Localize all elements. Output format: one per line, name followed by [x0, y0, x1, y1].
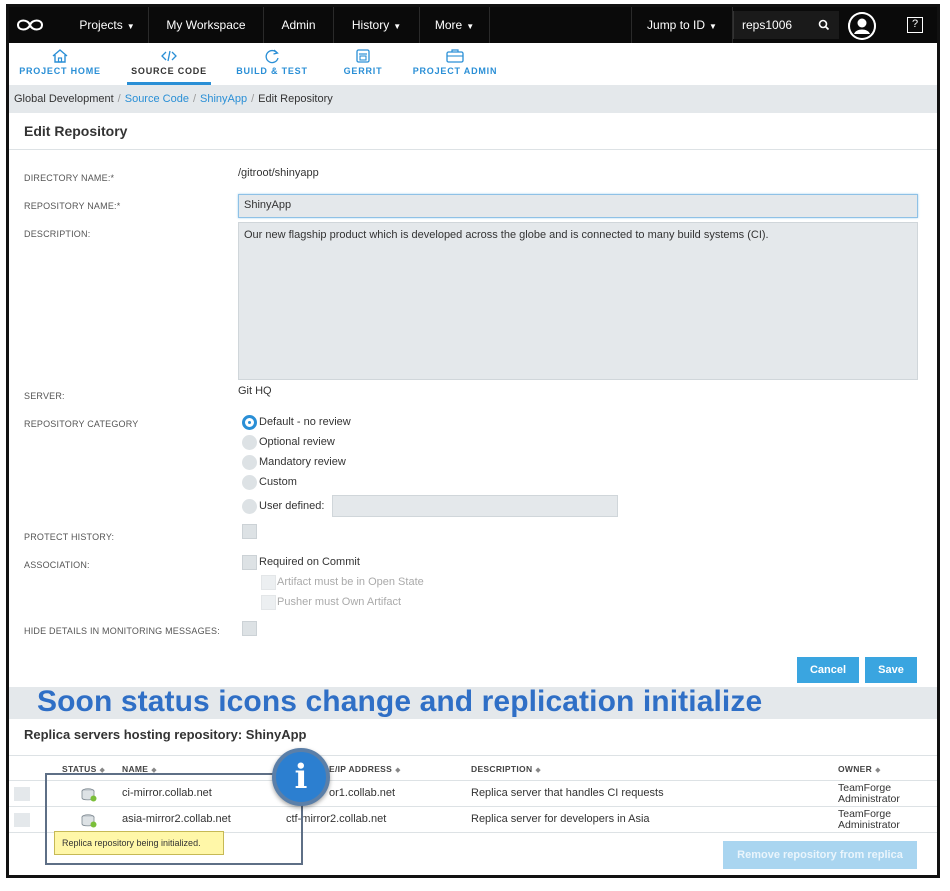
category-radio-custom[interactable] [242, 475, 257, 490]
category-radio-default[interactable] [242, 415, 257, 430]
search-icon[interactable] [817, 18, 831, 32]
breadcrumb-item-shinyapp[interactable]: ShinyApp [200, 93, 247, 105]
column-header-address[interactable]: E/IP ADDRESS ◆ [329, 764, 401, 774]
pusher-own-checkbox[interactable] [261, 595, 276, 610]
app-window: Projects ▼ My Workspace Admin History ▼ Mo… [6, 4, 940, 878]
caret-down-icon: ▼ [466, 22, 475, 31]
sort-icon: ◆ [535, 767, 542, 774]
category-option-label: User defined: [259, 500, 325, 512]
caret-down-icon: ▼ [393, 22, 402, 31]
description-label: DESCRIPTION: [24, 229, 91, 239]
pusher-own-label: Pusher must Own Artifact [277, 596, 402, 608]
server-value: Git HQ [238, 385, 272, 397]
replica-owner: TeamForge Administrator [838, 808, 900, 831]
caret-down-icon: ▼ [709, 22, 717, 31]
my-workspace-menu[interactable]: My Workspace [149, 7, 264, 43]
row-checkbox[interactable] [14, 787, 30, 801]
more-menu[interactable]: More ▼ [420, 7, 490, 43]
artifact-open-checkbox[interactable] [261, 575, 276, 590]
replica-section-title: Replica servers hosting repository: Shin… [24, 727, 307, 742]
category-option-label: Mandatory review [259, 456, 346, 468]
column-header-owner[interactable]: OWNER ◆ [838, 764, 881, 774]
category-option-label: Optional review [259, 436, 335, 448]
user-avatar-icon[interactable] [848, 12, 876, 40]
column-header-description[interactable]: DESCRIPTION ◆ [471, 764, 541, 774]
caret-down-icon: ▼ [126, 22, 135, 31]
gerrit-icon [356, 49, 370, 63]
replica-address: or1.collab.net [329, 787, 396, 799]
association-label: ASSOCIATION: [24, 560, 90, 570]
replica-description: Replica server for developers in Asia [471, 813, 650, 825]
sort-icon: ◆ [395, 767, 401, 774]
artifact-open-label: Artifact must be in Open State [277, 576, 424, 588]
replica-description: Replica server that handles CI requests [471, 787, 664, 799]
info-icon: i [272, 748, 330, 806]
category-option-label: Default - no review [259, 416, 351, 428]
breadcrumb-item-source-code[interactable]: Source Code [125, 93, 189, 105]
category-radio-mandatory[interactable] [242, 455, 257, 470]
required-on-commit-label: Required on Commit [259, 556, 360, 568]
directory-name-value: /gitroot/shinyapp [238, 167, 319, 179]
description-textarea[interactable]: Our new flagship product which is develo… [238, 222, 918, 380]
status-tooltip: Replica repository being initialized. [54, 831, 224, 855]
breadcrumb-item-current: Edit Repository [258, 93, 333, 105]
hide-details-checkbox[interactable] [242, 621, 257, 636]
sort-icon: ◆ [875, 767, 881, 774]
hide-details-label: HIDE DETAILS IN MONITORING MESSAGES: [24, 626, 220, 636]
history-menu[interactable]: History ▼ [334, 7, 420, 43]
projects-menu[interactable]: Projects ▼ [66, 7, 149, 43]
refresh-icon [265, 49, 279, 64]
tab-project-admin[interactable]: PROJECT ADMIN [411, 43, 499, 85]
save-button[interactable]: Save [865, 657, 917, 683]
repository-name-label: REPOSITORY NAME:* [24, 201, 121, 211]
collabnet-logo-icon[interactable] [15, 15, 45, 35]
annotation-banner-text: Soon status icons change and replication… [37, 685, 763, 718]
protect-history-label: PROTECT HISTORY: [24, 532, 115, 542]
required-on-commit-checkbox[interactable] [242, 555, 257, 570]
project-tabs: PROJECT HOME SOURCE CODE BUILD & TEST GE… [9, 43, 937, 85]
category-radio-user-defined[interactable] [242, 499, 257, 514]
server-label: SERVER: [24, 391, 65, 401]
cancel-button[interactable]: Cancel [797, 657, 859, 683]
breadcrumb: Global Development / Source Code / ShinyApp /… [9, 85, 937, 113]
home-icon [52, 49, 68, 63]
help-icon[interactable]: ? [907, 17, 923, 33]
category-option-label: Custom [259, 476, 297, 488]
briefcase-icon [446, 49, 464, 63]
breadcrumb-item-global-development[interactable]: Global Development [14, 93, 114, 105]
jump-to-id-dropdown[interactable]: Jump to ID ▼ [631, 7, 733, 43]
tab-gerrit[interactable]: GERRIT [335, 43, 391, 85]
tab-build-test[interactable]: BUILD & TEST [231, 43, 313, 85]
row-checkbox[interactable] [14, 813, 30, 827]
repository-category-label: REPOSITORY CATEGORY [24, 419, 139, 429]
admin-menu[interactable]: Admin [264, 7, 334, 43]
code-icon [161, 50, 177, 62]
tab-project-home[interactable]: PROJECT HOME [15, 43, 105, 85]
user-defined-input[interactable] [332, 495, 618, 517]
page-title: Edit Repository [24, 123, 128, 139]
repository-name-input[interactable]: ShinyApp [238, 194, 918, 218]
tab-source-code[interactable]: SOURCE CODE [127, 43, 211, 85]
replica-owner: TeamForge Administrator [838, 782, 900, 805]
divider [9, 149, 937, 150]
protect-history-checkbox[interactable] [242, 524, 257, 539]
category-radio-optional[interactable] [242, 435, 257, 450]
top-nav: Projects ▼ My Workspace Admin History ▼ Mo… [9, 7, 937, 43]
remove-repository-button[interactable]: Remove repository from replica [723, 841, 917, 869]
directory-name-label: DIRECTORY NAME:* [24, 173, 115, 183]
